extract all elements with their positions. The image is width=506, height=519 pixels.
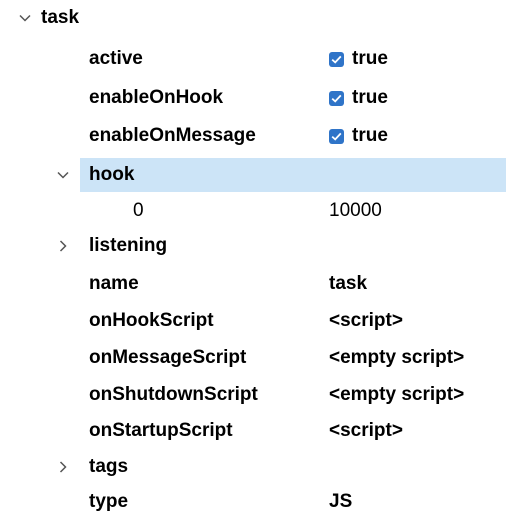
property-value: true: [352, 125, 388, 146]
property-key: tags: [89, 456, 129, 477]
chevron-right-icon[interactable]: [56, 450, 70, 484]
check-icon: [331, 94, 342, 103]
property-row-onstartupscript[interactable]: onStartupScript <script>: [0, 414, 506, 448]
property-value: true: [352, 87, 388, 108]
tree-node-tags[interactable]: tags: [0, 450, 506, 484]
property-value[interactable]: task: [329, 267, 367, 301]
array-value: 10000: [329, 200, 382, 221]
property-key: name: [89, 273, 139, 294]
property-row-onhookscript[interactable]: onHookScript <script>: [0, 304, 506, 338]
property-value-checkbox[interactable]: true: [329, 119, 388, 153]
tree-node-listening[interactable]: listening: [0, 229, 506, 263]
property-value: true: [352, 48, 388, 69]
property-row-type[interactable]: type JS: [0, 485, 506, 513]
property-key: onMessageScript: [89, 347, 247, 368]
array-item-row[interactable]: 0 10000: [0, 194, 506, 228]
chevron-down-icon[interactable]: [18, 1, 32, 35]
tree-node-label: task: [41, 7, 80, 28]
checkbox-checked[interactable]: [329, 51, 344, 67]
property-row-active[interactable]: active true: [0, 42, 506, 76]
tree-node-hook[interactable]: hook: [57, 158, 506, 192]
property-key: enableOnMessage: [89, 125, 256, 146]
property-key: onHookScript: [89, 310, 214, 331]
property-value[interactable]: <empty script>: [329, 341, 464, 375]
property-row-enableonhook[interactable]: enableOnHook true: [0, 81, 506, 115]
property-key: type: [89, 491, 129, 512]
property-key: active: [89, 48, 143, 69]
property-key: listening: [89, 235, 168, 256]
checkbox-checked[interactable]: [329, 128, 344, 144]
property-value[interactable]: <script>: [329, 304, 403, 338]
property-value-checkbox[interactable]: true: [329, 42, 388, 76]
property-key: onStartupScript: [89, 420, 233, 441]
property-value[interactable]: <empty script>: [329, 378, 464, 412]
chevron-right-icon[interactable]: [56, 229, 70, 263]
property-key: hook: [89, 164, 135, 185]
property-row-onshutdownscript[interactable]: onShutdownScript <empty script>: [0, 378, 506, 412]
property-row-enableonmessage[interactable]: enableOnMessage true: [0, 119, 506, 153]
property-value-checkbox[interactable]: true: [329, 81, 388, 115]
check-icon: [331, 55, 342, 64]
property-value[interactable]: <script>: [329, 414, 403, 448]
checkbox-checked[interactable]: [329, 90, 344, 106]
chevron-down-icon[interactable]: [56, 158, 70, 192]
property-row-onmessagescript[interactable]: onMessageScript <empty script>: [0, 341, 506, 375]
property-row-name[interactable]: name task: [0, 267, 506, 301]
tree-node-task[interactable]: task: [0, 1, 506, 35]
property-key: onShutdownScript: [89, 384, 258, 405]
check-icon: [331, 132, 342, 141]
property-value[interactable]: JS: [329, 485, 352, 519]
property-key: enableOnHook: [89, 87, 224, 108]
array-index: 0: [133, 200, 144, 221]
